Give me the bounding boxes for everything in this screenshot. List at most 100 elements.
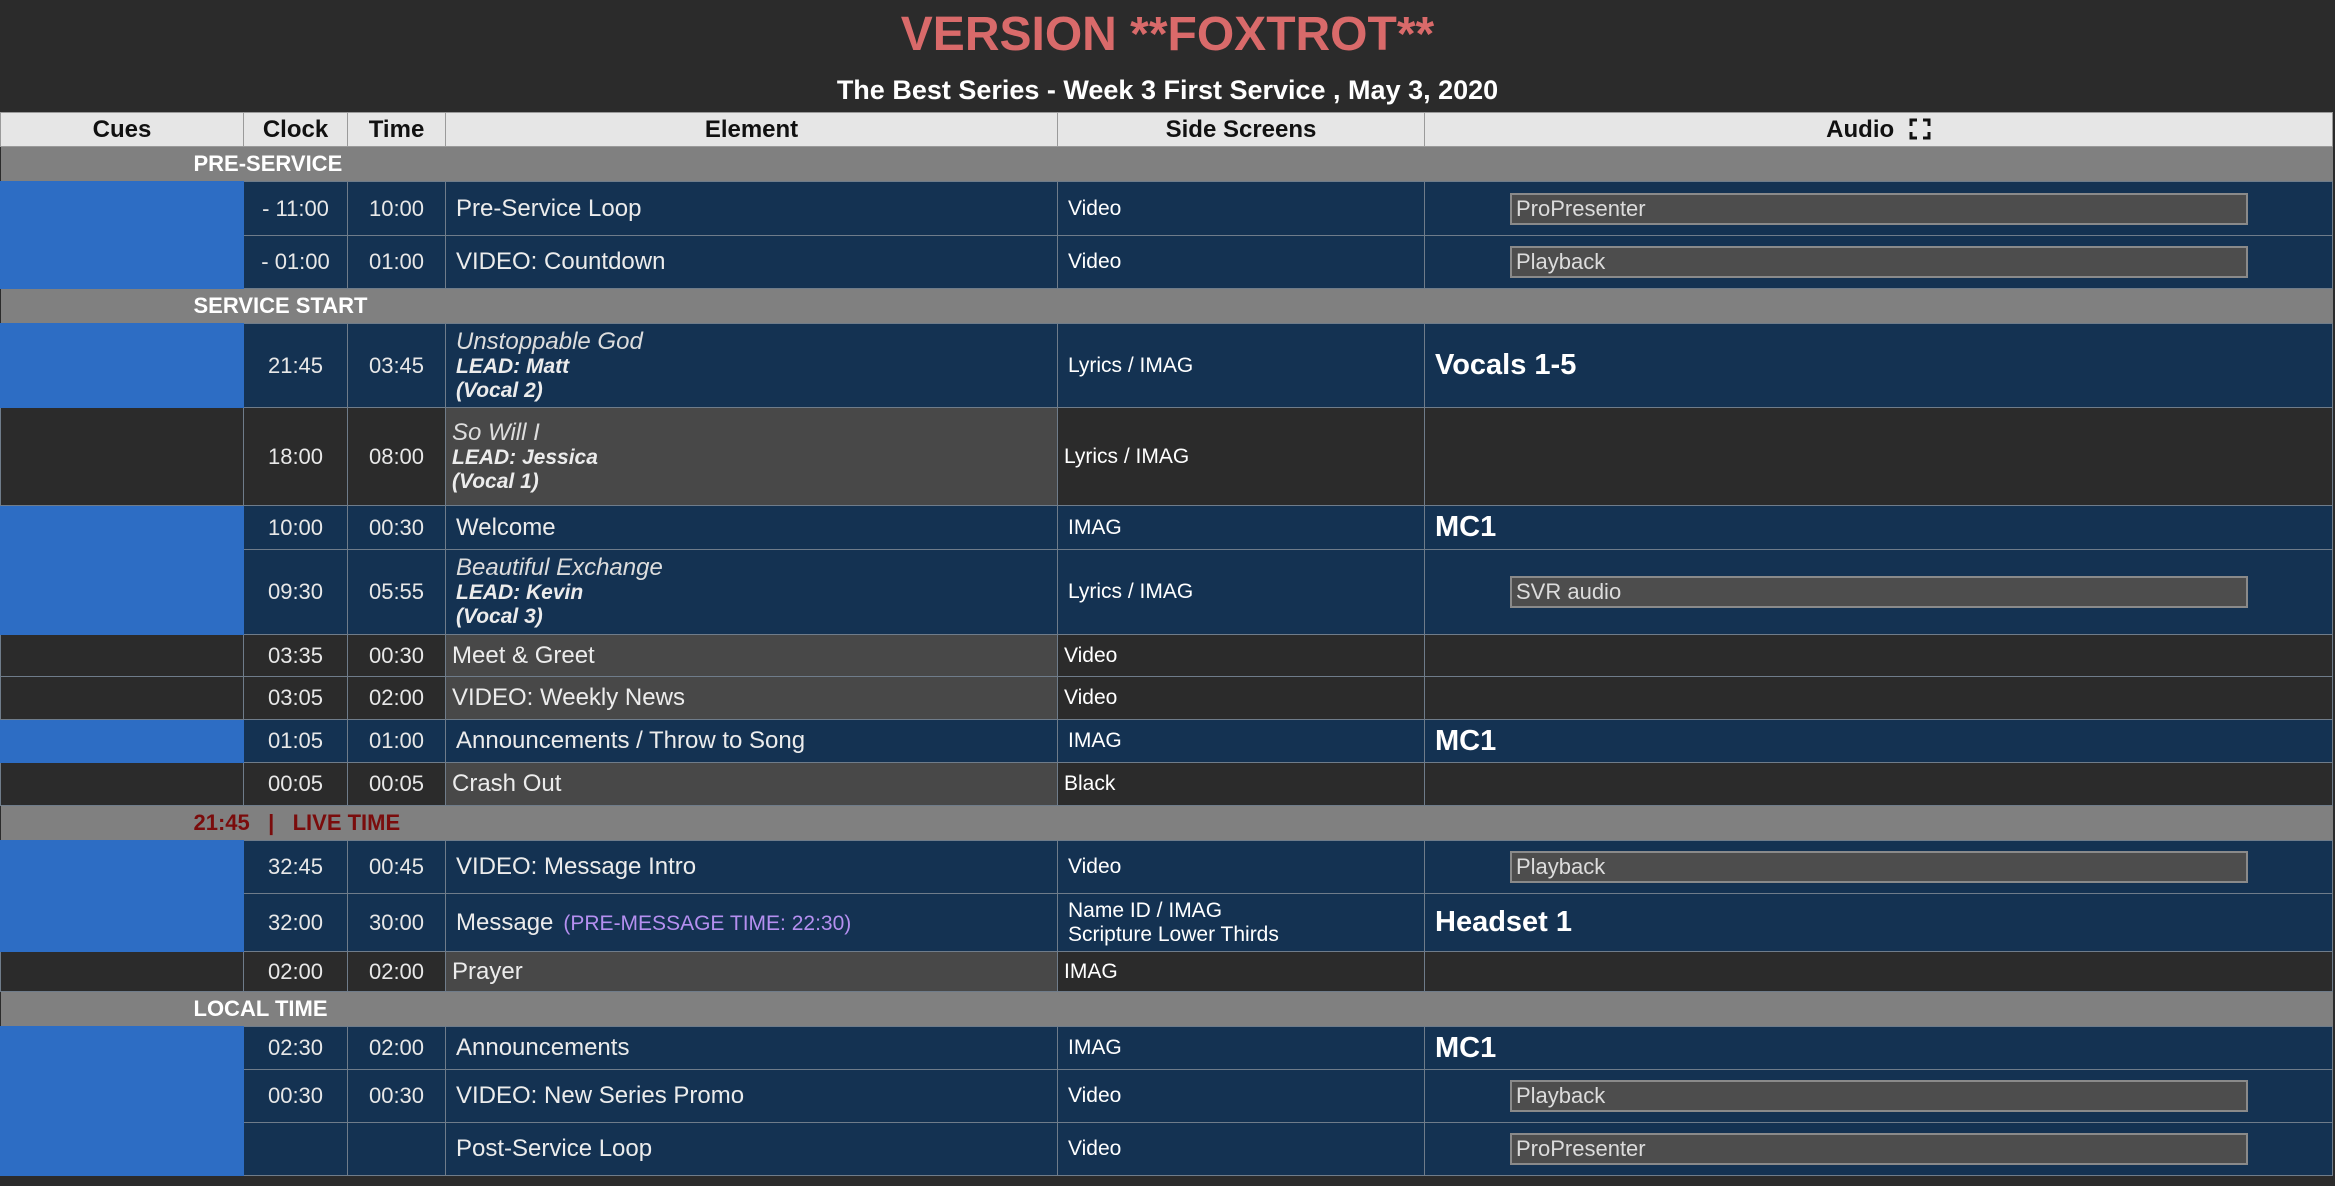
- table-row[interactable]: 32:00 30:00 Message (PRE-MESSAGE TIME: 22…: [1, 893, 2333, 952]
- time-cell: 01:00: [347, 719, 446, 763]
- audio-cell: [1424, 407, 2333, 506]
- song-title: So Will I: [452, 418, 540, 446]
- audio-cell: Playback: [1424, 840, 2333, 894]
- table-row[interactable]: 21:45 03:45 Unstoppable God LEAD: Matt (…: [0, 323, 2333, 408]
- audio-cell: MC1: [1424, 719, 2333, 763]
- table-row[interactable]: 01:05 01:00 Announcements / Throw to Son…: [0, 719, 2333, 763]
- element-cell: Welcome: [445, 505, 1058, 550]
- column-header-cues: Cues: [0, 112, 244, 147]
- clock-cell: 09:30: [243, 549, 348, 635]
- time-cell: [347, 1122, 446, 1176]
- clock-cell: 02:00: [243, 951, 348, 992]
- cue-cell[interactable]: [0, 505, 244, 635]
- time-cell: 02:00: [347, 951, 446, 992]
- table-row[interactable]: 03:35 00:30 Meet & Greet Video: [0, 634, 2333, 677]
- table-row[interactable]: 00:30 00:30 VIDEO: New Series Promo Vide…: [1, 1069, 2333, 1123]
- side-screens-cell: Black: [1057, 762, 1425, 806]
- side-screens-cell: Lyrics / IMAG: [1057, 407, 1425, 506]
- element-cell: Beautiful Exchange LEAD: Kevin (Vocal 3): [445, 549, 1058, 635]
- cue-cell[interactable]: [0, 676, 244, 720]
- clock-cell: [243, 1122, 348, 1176]
- table-row[interactable]: 03:05 02:00 VIDEO: Weekly News Video: [0, 676, 2333, 720]
- audio-input-box[interactable]: Playback: [1510, 1080, 2248, 1112]
- cue-cell[interactable]: [0, 407, 244, 506]
- audio-input-box[interactable]: ProPresenter: [1510, 192, 2248, 225]
- table-row[interactable]: 32:45 00:45 VIDEO: Message Intro Video P…: [0, 840, 2333, 952]
- cue-cell[interactable]: [0, 719, 244, 763]
- time-cell: 08:00: [347, 407, 446, 506]
- audio-cell: [1424, 676, 2333, 720]
- section-row: LOCAL TIME: [0, 991, 2333, 1027]
- audio-cell: Playback: [1424, 235, 2333, 289]
- section-local-time: LOCAL TIME: [0, 991, 2333, 1027]
- audio-input-box[interactable]: Playback: [1510, 246, 2248, 278]
- audio-source-label: Vocals 1-5: [1435, 349, 1577, 381]
- table-row[interactable]: 10:00 00:30 Welcome IMAG MC1: [0, 505, 2333, 635]
- side-screens-cell: IMAG: [1057, 719, 1425, 763]
- clock-cell: - 01:00: [243, 235, 348, 289]
- element-cell: Announcements / Throw to Song: [445, 719, 1058, 763]
- table-row[interactable]: 00:05 00:05 Crash Out Black: [0, 762, 2333, 806]
- audio-cell: [1424, 762, 2333, 806]
- audio-header-label: Audio: [1826, 115, 1895, 143]
- section-row: SERVICE START: [0, 288, 2333, 324]
- table-row[interactable]: 02:30 02:00 Announcements IMAG MC1: [0, 1026, 2333, 1176]
- cue-cell[interactable]: [0, 634, 244, 677]
- audio-cell: SVR audio: [1424, 549, 2333, 635]
- audio-cell: MC1: [1424, 505, 2333, 550]
- time-cell: 02:00: [347, 676, 446, 720]
- section-live-time: 21:45 | LIVE TIME: [0, 805, 2333, 841]
- cue-cell[interactable]: [0, 762, 244, 806]
- section-pre-service: PRE-SERVICE: [0, 146, 2333, 182]
- element-label: Message: [456, 908, 554, 936]
- clock-cell: 32:00: [243, 893, 348, 952]
- section-row: 21:45 | LIVE TIME: [0, 805, 2333, 841]
- side-screens-cell: Name ID / IMAG Scripture Lower Thirds: [1057, 893, 1425, 952]
- time-cell: 10:00: [347, 181, 446, 236]
- clock-cell: 32:45: [243, 840, 348, 894]
- table-row[interactable]: - 01:00 01:00 VIDEO: Countdown Video Pla…: [1, 235, 2333, 289]
- audio-source-label: Headset 1: [1435, 906, 1573, 938]
- table-row[interactable]: 18:00 08:00 So Will I LEAD: Jessica (Voc…: [0, 407, 2333, 506]
- audio-input-box[interactable]: ProPresenter: [1510, 1133, 2248, 1165]
- audio-input-box[interactable]: Playback: [1510, 851, 2248, 883]
- cue-cell[interactable]: [0, 1026, 244, 1176]
- clock-cell: 01:05: [243, 719, 348, 763]
- side-screens-cell: Video: [1057, 840, 1425, 894]
- table-row[interactable]: Post-Service Loop Video ProPresenter: [1, 1122, 2333, 1176]
- clock-cell: 03:35: [243, 634, 348, 677]
- element-cell: VIDEO: New Series Promo: [445, 1069, 1058, 1123]
- clock-cell: - 11:00: [243, 181, 348, 236]
- table-header-row: Cues Clock Time Element Side Screens Aud…: [0, 112, 2333, 147]
- element-cell: VIDEO: Countdown: [445, 235, 1058, 289]
- rundown-table: Cues Clock Time Element Side Screens Aud…: [0, 112, 2333, 1176]
- audio-source-label: MC1: [1435, 511, 1497, 543]
- column-header-time: Time: [347, 112, 446, 147]
- cue-cell[interactable]: [0, 323, 244, 408]
- cue-cell[interactable]: [0, 951, 244, 992]
- clock-cell: 21:45: [243, 323, 348, 408]
- side-screens-cell: IMAG: [1057, 505, 1425, 550]
- page-title: VERSION **FOXTROT**: [900, 8, 1435, 61]
- element-cell: Unstoppable God LEAD: Matt (Vocal 2): [445, 323, 1058, 408]
- audio-input-box[interactable]: SVR audio: [1510, 576, 2248, 608]
- audio-cell: Headset 1: [1424, 893, 2333, 952]
- audio-cell: MC1: [1424, 1026, 2333, 1070]
- cue-cell[interactable]: [0, 181, 244, 289]
- fullscreen-icon[interactable]: [1909, 118, 1931, 140]
- element-cell: So Will I LEAD: Jessica (Vocal 1): [445, 407, 1058, 506]
- table-row[interactable]: 02:00 02:00 Prayer IMAG: [0, 951, 2333, 992]
- element-cell: Message (PRE-MESSAGE TIME: 22:30): [445, 893, 1058, 952]
- side-screens-line: Scripture Lower Thirds: [1068, 922, 1279, 946]
- table-row[interactable]: - 11:00 10:00 Pre-Service Loop Video Pro…: [0, 181, 2333, 289]
- time-cell: 02:00: [347, 1026, 446, 1070]
- element-cell: Prayer: [445, 951, 1058, 992]
- audio-source-label: MC1: [1435, 1031, 1497, 1064]
- cue-cell[interactable]: [0, 840, 244, 952]
- time-cell: 00:30: [347, 505, 446, 550]
- clock-cell: 00:05: [243, 762, 348, 806]
- element-cell: VIDEO: Weekly News: [445, 676, 1058, 720]
- table-row[interactable]: 09:30 05:55 Beautiful Exchange LEAD: Kev…: [1, 549, 2333, 635]
- side-screens-cell: Video: [1057, 634, 1425, 677]
- side-screens-cell: Lyrics / IMAG: [1057, 323, 1425, 408]
